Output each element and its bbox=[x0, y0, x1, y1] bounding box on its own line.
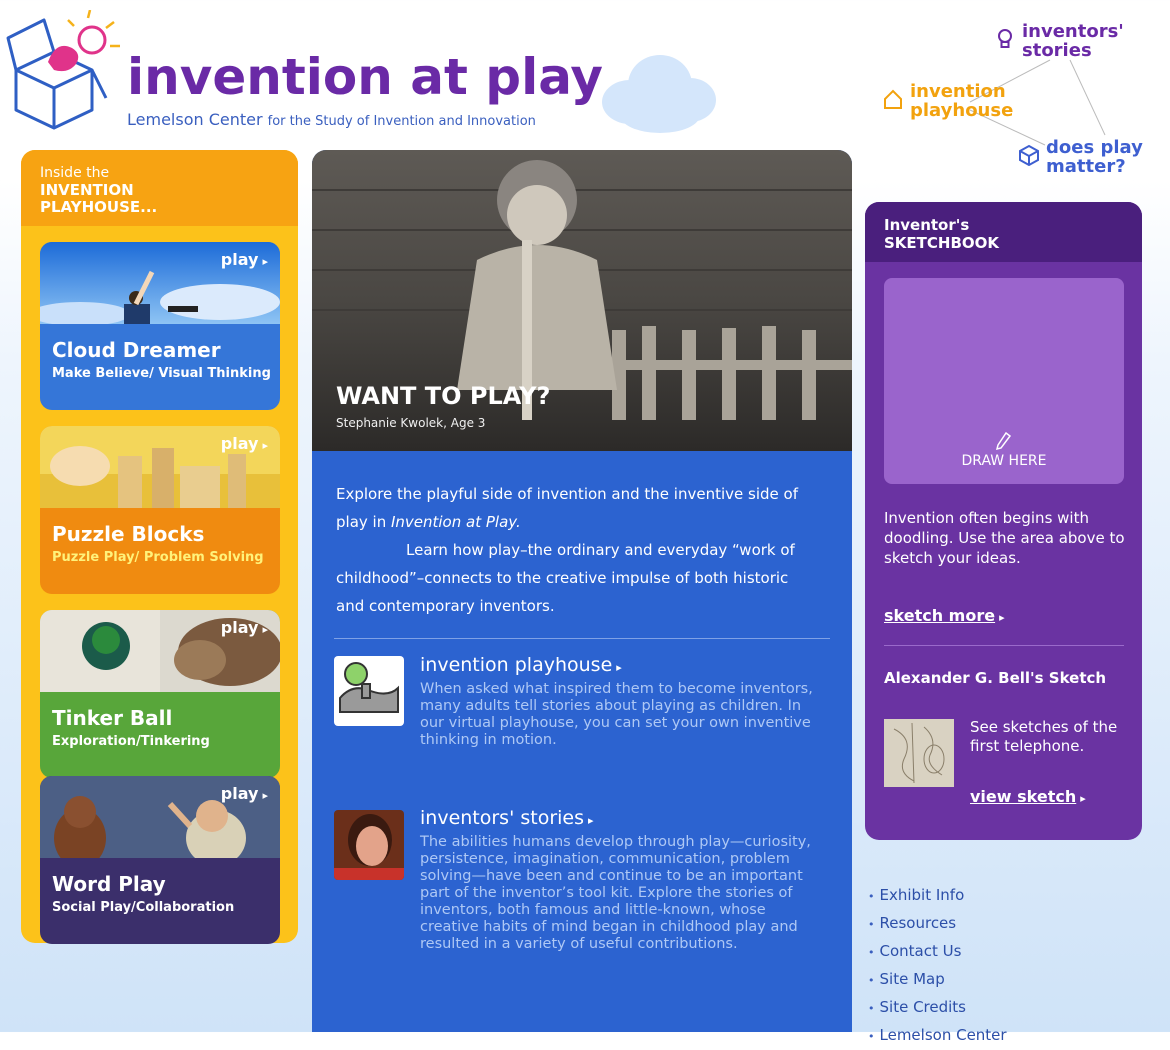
sketch-more-link[interactable]: sketch more ▸ bbox=[884, 606, 1005, 625]
footer-link-lemelson-center[interactable]: Lemelson Center bbox=[868, 1022, 1007, 1050]
nav-inventors-stories[interactable]: inventors' stories bbox=[998, 21, 1124, 61]
nav-does-play-matter[interactable]: does play matter? bbox=[1019, 137, 1143, 177]
subtitle-main: Lemelson Center bbox=[127, 110, 263, 129]
playhouse-panel-header: Inside the INVENTION PLAYHOUSE... bbox=[21, 150, 298, 226]
draw-here-label: DRAW HERE bbox=[961, 453, 1047, 469]
divider bbox=[884, 645, 1124, 646]
inventors-stories-thumbnail[interactable] bbox=[334, 810, 404, 880]
site-subtitle: Lemelson Center for the Study of Inventi… bbox=[127, 110, 536, 129]
sketchbook-heading: SKETCHBOOK bbox=[884, 234, 1000, 252]
game-card-cloud-dreamer[interactable]: play ▸ Cloud Dreamer Make Believe/ Visual… bbox=[40, 242, 280, 410]
inventors-stories-description: The abilities humans develop through pla… bbox=[420, 834, 811, 952]
cube-icon bbox=[1019, 144, 1039, 166]
playhouse-thumbnail[interactable] bbox=[334, 656, 404, 726]
panel-heading-line2: PLAYHOUSE... bbox=[40, 198, 158, 216]
hero-title: WANT TO PLAY? bbox=[336, 382, 551, 410]
panel-heading-top: Inside the bbox=[40, 165, 110, 181]
game-card-tinker-ball[interactable]: play ▸ Tinker Ball Exploration/Tinkering bbox=[40, 610, 280, 778]
view-sketch-link[interactable]: view sketch ▸ bbox=[970, 787, 1086, 806]
game-subtitle: Puzzle Play/ Problem Solving bbox=[52, 550, 264, 565]
nav-stories-line2: stories bbox=[1022, 40, 1092, 61]
game-title: Cloud Dreamer bbox=[52, 338, 221, 362]
nav-matter-line1: does play bbox=[1046, 137, 1143, 158]
nav-matter-line2: matter? bbox=[1046, 156, 1126, 177]
game-title: Tinker Ball bbox=[52, 706, 173, 730]
house-icon bbox=[884, 89, 902, 109]
site-logo[interactable] bbox=[6, 9, 124, 130]
subtitle-rest: for the Study of Invention and Innovatio… bbox=[267, 114, 536, 129]
footer-link-resources[interactable]: Resources bbox=[868, 910, 1007, 938]
game-card-word-play[interactable]: play ▸ Word Play Social Play/Collaboratio… bbox=[40, 776, 280, 944]
cloud-decoration bbox=[590, 40, 730, 135]
sketchbook-header: Inventor's SKETCHBOOK bbox=[865, 202, 1142, 262]
inventors-stories-link[interactable]: inventors' stories ▸ bbox=[420, 807, 594, 829]
sketchbook-panel: Inventor's SKETCHBOOK DRAW HERE Inventio… bbox=[865, 202, 1142, 840]
divider bbox=[334, 638, 830, 639]
sketchbook-heading-top: Inventor's bbox=[884, 216, 970, 234]
arrow-right-icon: ▸ bbox=[999, 611, 1005, 624]
nav-playhouse-line1: invention bbox=[910, 81, 1006, 102]
lightbulb-icon bbox=[998, 29, 1012, 48]
intro-text: Explore the playful side of invention an… bbox=[336, 480, 816, 620]
arrow-right-icon: ▸ bbox=[616, 661, 622, 674]
play-link[interactable]: play ▸ bbox=[221, 618, 268, 637]
bell-sketch-description: See sketches of the first telephone. bbox=[970, 718, 1118, 755]
nav-invention-playhouse[interactable]: invention playhouse bbox=[884, 81, 1014, 121]
game-subtitle: Exploration/Tinkering bbox=[52, 734, 210, 749]
arrow-right-icon: ▸ bbox=[1080, 792, 1086, 805]
pencil-icon bbox=[995, 432, 1012, 451]
site-title[interactable]: invention at play bbox=[127, 48, 603, 106]
arrow-right-icon: ▸ bbox=[262, 255, 268, 268]
play-link[interactable]: play ▸ bbox=[221, 784, 268, 803]
play-link[interactable]: play ▸ bbox=[221, 434, 268, 453]
bell-sketch-thumbnail[interactable] bbox=[884, 719, 954, 787]
footer-link-site-credits[interactable]: Site Credits bbox=[868, 994, 1007, 1022]
footer-links: Exhibit Info Resources Contact Us Site M… bbox=[868, 882, 1007, 1050]
playhouse-games-panel: Inside the INVENTION PLAYHOUSE... play ▸ … bbox=[21, 150, 298, 944]
invention-playhouse-description: When asked what inspired them to become … bbox=[420, 681, 813, 748]
hero-caption: Stephanie Kwolek, Age 3 bbox=[336, 416, 486, 430]
game-card-puzzle-blocks[interactable]: play ▸ Puzzle Blocks Puzzle Play/ Problem… bbox=[40, 426, 280, 594]
main-content-panel: WANT TO PLAY? Stephanie Kwolek, Age 3 Ex… bbox=[312, 150, 852, 1032]
footer-link-contact-us[interactable]: Contact Us bbox=[868, 938, 1007, 966]
footer-link-site-map[interactable]: Site Map bbox=[868, 966, 1007, 994]
draw-area[interactable]: DRAW HERE bbox=[884, 278, 1124, 484]
sketchbook-description: Invention often begins with doodling. Us… bbox=[884, 509, 1125, 567]
game-title: Word Play bbox=[52, 872, 166, 896]
arrow-right-icon: ▸ bbox=[262, 623, 268, 636]
play-link[interactable]: play ▸ bbox=[221, 250, 268, 269]
footer-link-exhibit-info[interactable]: Exhibit Info bbox=[868, 882, 1007, 910]
bell-sketch-title: Alexander G. Bell's Sketch bbox=[884, 669, 1107, 687]
intro-paragraph-2: Learn how play–the ordinary and everyday… bbox=[336, 541, 795, 615]
invention-playhouse-link[interactable]: invention playhouse ▸ bbox=[420, 654, 622, 676]
intro-paragraph-1: Explore the playful side of invention an… bbox=[336, 485, 798, 531]
site-nav-map: inventors' stories invention playhouse d… bbox=[860, 10, 1165, 180]
game-subtitle: Social Play/Collaboration bbox=[52, 900, 235, 915]
game-title: Puzzle Blocks bbox=[52, 522, 205, 546]
arrow-right-icon: ▸ bbox=[262, 439, 268, 452]
arrow-right-icon: ▸ bbox=[262, 789, 268, 802]
nav-playhouse-line2: playhouse bbox=[910, 100, 1014, 121]
panel-heading-line1: INVENTION bbox=[40, 181, 134, 199]
arrow-right-icon: ▸ bbox=[588, 814, 594, 827]
nav-stories-line1: inventors' bbox=[1022, 21, 1124, 42]
game-subtitle: Make Believe/ Visual Thinking bbox=[52, 366, 271, 381]
